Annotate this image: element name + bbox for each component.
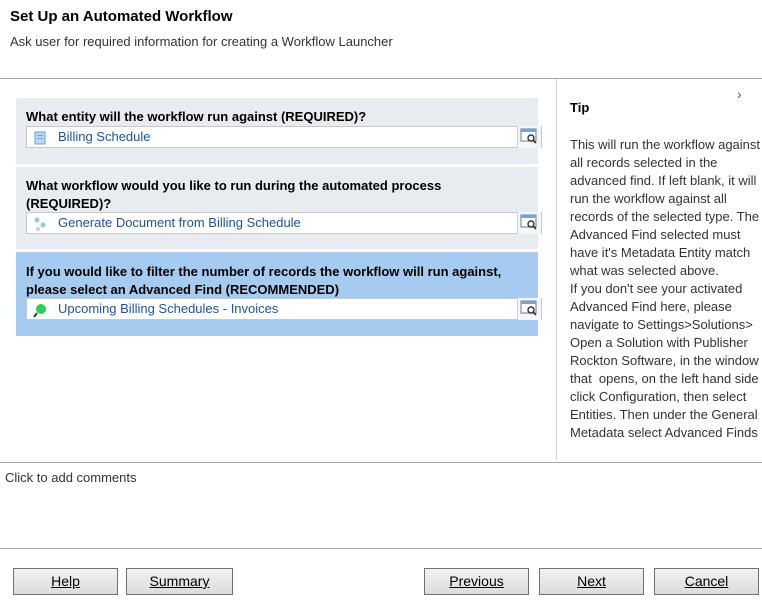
tip-body: This will run the workflow against all r… <box>570 137 761 440</box>
help-button[interactable]: Help <box>13 568 118 595</box>
previous-button[interactable]: Previous <box>424 568 529 595</box>
comments-box[interactable]: Click to add comments <box>0 463 762 548</box>
tip-title: Tip <box>570 100 590 115</box>
advanced-find-icon <box>33 304 46 318</box>
comments-placeholder[interactable]: Click to add comments <box>5 470 137 485</box>
dialog-subtitle: Ask user for required information for cr… <box>10 34 393 49</box>
entity-lookup-field[interactable]: Billing Schedule <box>26 126 542 148</box>
entity-lookup-button[interactable] <box>517 126 541 148</box>
workflow-value[interactable]: Generate Document from Billing Schedule <box>58 215 301 230</box>
question-panel-entity[interactable]: What entity will the workflow run agains… <box>16 98 542 164</box>
advanced-find-value[interactable]: Upcoming Billing Schedules - Invoices <box>58 301 278 316</box>
next-button[interactable]: Next <box>539 568 644 595</box>
workflow-lookup-field[interactable]: Generate Document from Billing Schedule <box>26 212 542 234</box>
lookup-icon <box>520 128 537 144</box>
workflow-icon <box>34 217 46 231</box>
entity-value[interactable]: Billing Schedule <box>58 129 151 144</box>
advanced-find-lookup-field[interactable]: Upcoming Billing Schedules - Invoices <box>26 298 542 320</box>
cancel-button[interactable]: Cancel <box>654 568 759 595</box>
dialog-header: Set Up an Automated Workflow Ask user fo… <box>0 0 762 78</box>
tip-body-clip: This will run the workflow against all r… <box>557 130 762 442</box>
workflow-lookup-button[interactable] <box>517 212 541 234</box>
summary-button[interactable]: Summary <box>126 568 233 595</box>
chevron-right-icon[interactable]: › <box>737 86 742 102</box>
question-panel-advanced-find[interactable]: If you would like to filter the number o… <box>16 252 542 336</box>
dialog-title: Set Up an Automated Workflow <box>10 8 233 25</box>
entity-icon <box>34 131 46 145</box>
comments-bottom-divider <box>0 548 762 549</box>
lookup-icon <box>520 300 537 316</box>
question-label-workflow: What workflow would you like to run duri… <box>26 178 442 211</box>
advanced-find-lookup-button[interactable] <box>517 298 541 320</box>
lookup-icon <box>520 214 537 230</box>
question-label-advanced-find: If you would like to filter the number o… <box>26 264 502 297</box>
question-panel-workflow[interactable]: What workflow would you like to run duri… <box>16 167 542 249</box>
question-label-entity: What entity will the workflow run agains… <box>26 109 367 124</box>
